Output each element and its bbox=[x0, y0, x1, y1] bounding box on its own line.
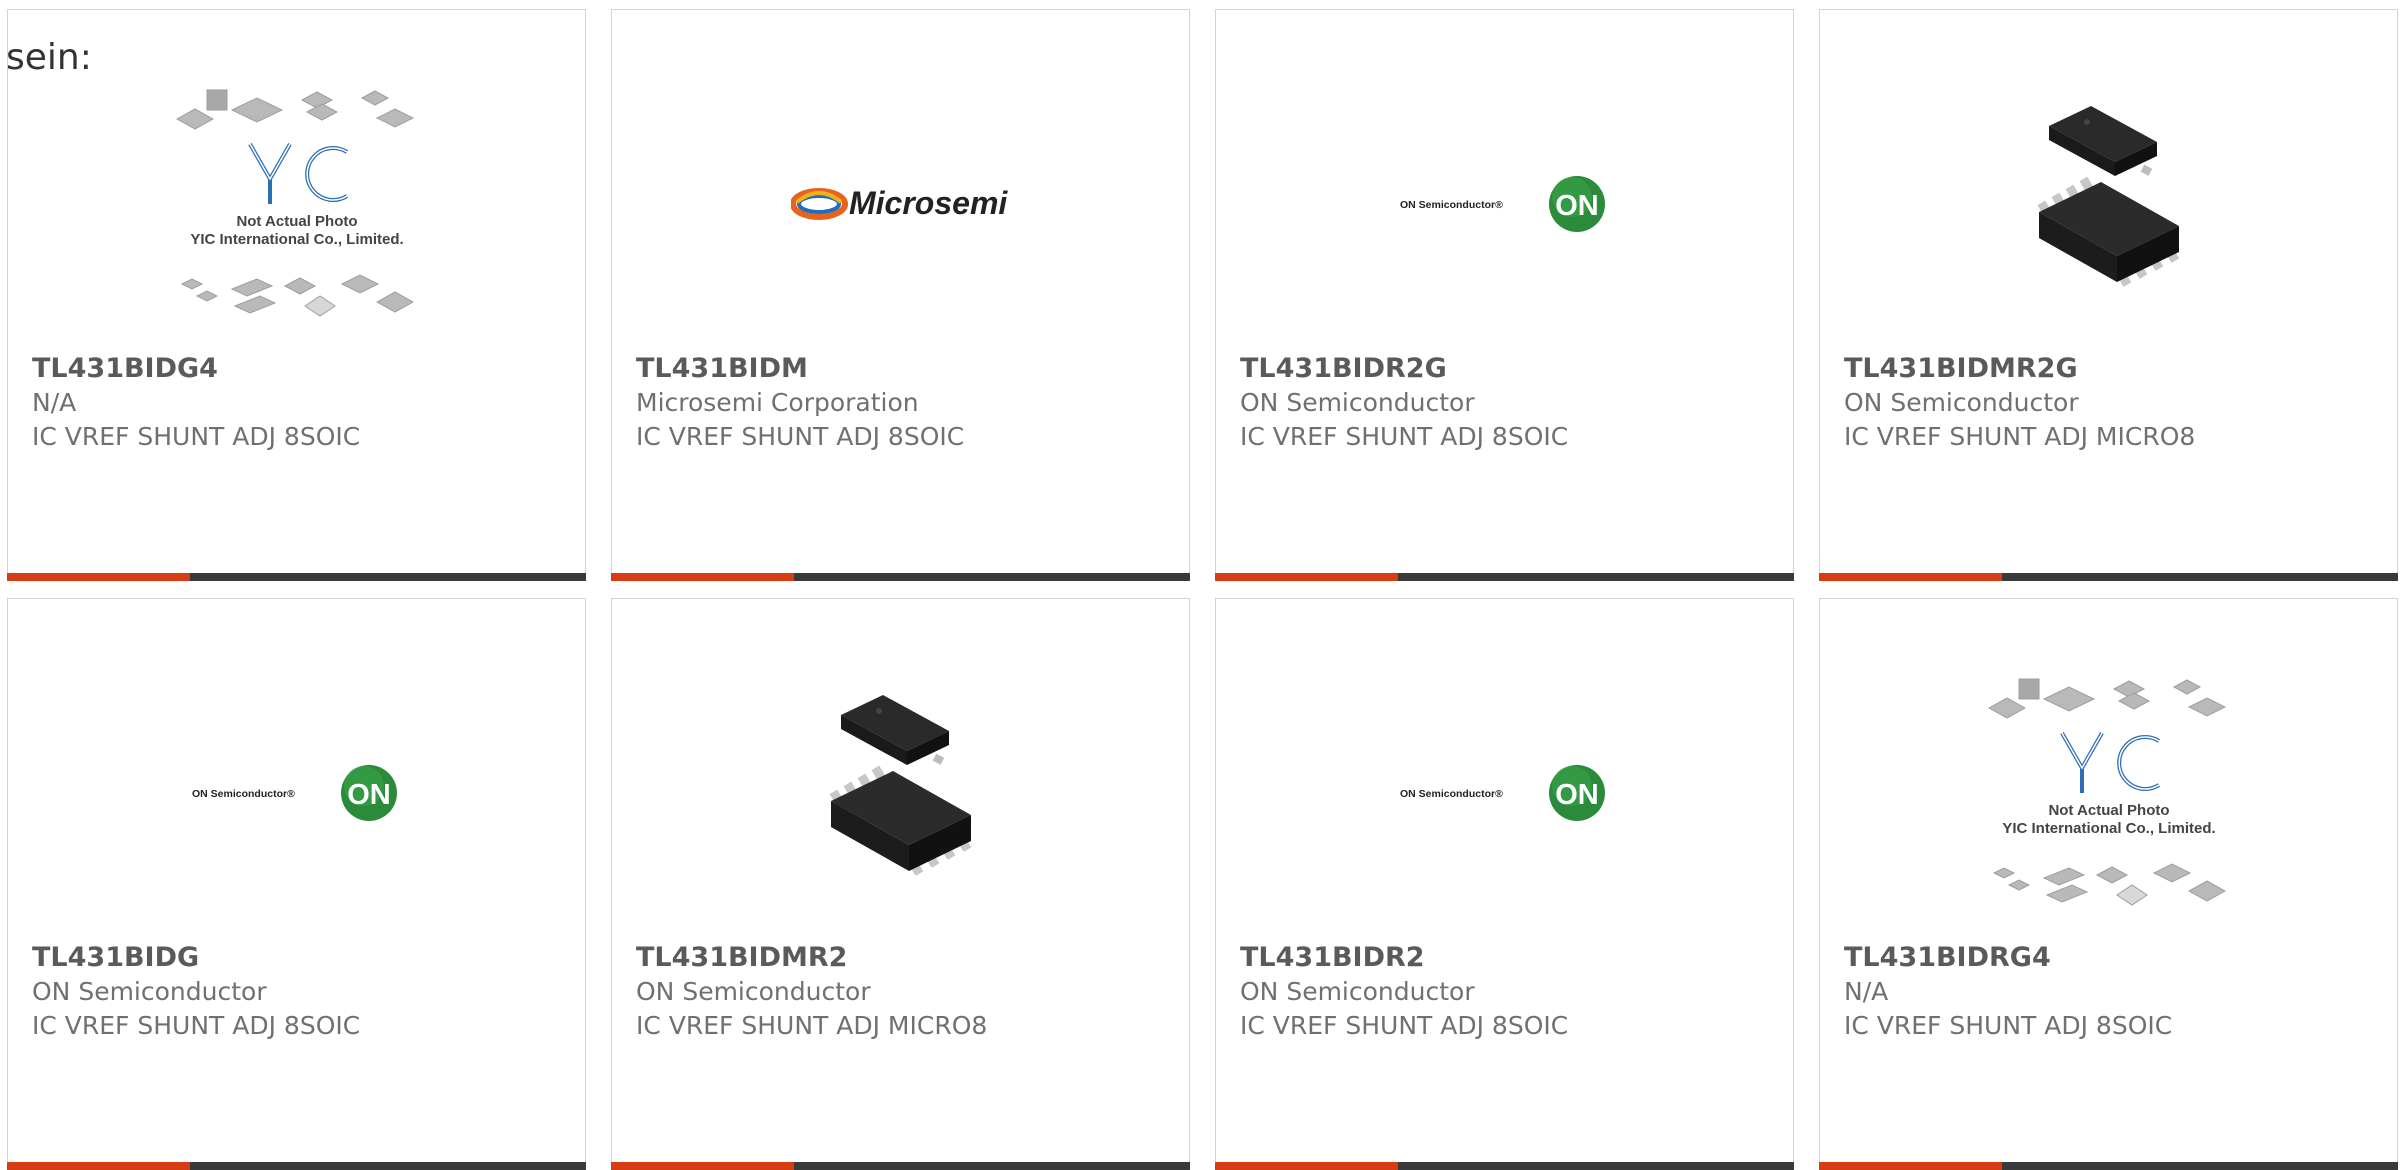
svg-text:YIC International Co., Limited: YIC International Co., Limited. bbox=[2002, 820, 2215, 837]
description: IC VREF SHUNT ADJ 8SOIC bbox=[1240, 422, 1569, 451]
svg-text:ON: ON bbox=[1555, 779, 1599, 811]
part-number[interactable]: TL431BIDR2G bbox=[1240, 352, 1783, 386]
product-card[interactable]: Not Actual Photo YIC International Co., … bbox=[7, 9, 586, 581]
svg-text:ON Semiconductor®: ON Semiconductor® bbox=[1400, 788, 1503, 800]
card-accent-bar bbox=[611, 1162, 1190, 1170]
description: IC VREF SHUNT ADJ 8SOIC bbox=[32, 1011, 361, 1040]
svg-text:Microsemi: Microsemi bbox=[849, 185, 1008, 221]
yic-placeholder-image: Not Actual Photo YIC International Co., … bbox=[1987, 678, 2226, 906]
product-info: TL431BIDG4 N/A IC VREF SHUNT ADJ 8SOIC bbox=[32, 352, 575, 454]
product-image[interactable]: Not Actual Photo YIC International Co., … bbox=[1820, 643, 2397, 943]
product-card[interactable]: ON Semiconductor® ON TL431BIDR2 ON Semic… bbox=[1215, 598, 1794, 1170]
product-info: TL431BIDMR2 ON Semiconductor IC VREF SHU… bbox=[636, 941, 1179, 1043]
part-number[interactable]: TL431BIDMR2 bbox=[636, 941, 1179, 975]
part-number[interactable]: TL431BIDG bbox=[32, 941, 575, 975]
part-number[interactable]: TL431BIDM bbox=[636, 352, 1179, 386]
product-image[interactable]: Microsemi bbox=[612, 54, 1189, 354]
product-card[interactable]: ON Semiconductor® ON TL431BIDR2G ON Semi… bbox=[1215, 9, 1794, 581]
manufacturer: N/A bbox=[1844, 977, 1889, 1006]
svg-text:ON: ON bbox=[347, 779, 391, 811]
product-info: TL431BIDMR2G ON Semiconductor IC VREF SH… bbox=[1844, 352, 2387, 454]
description: IC VREF SHUNT ADJ 8SOIC bbox=[1240, 1011, 1569, 1040]
manufacturer: Microsemi Corporation bbox=[636, 388, 919, 417]
on-semi-logo: ON Semiconductor® ON bbox=[1400, 765, 1605, 821]
part-number[interactable]: TL431BIDRG4 bbox=[1844, 941, 2387, 975]
svg-text:ON Semiconductor®: ON Semiconductor® bbox=[1400, 199, 1503, 211]
card-accent-bar bbox=[1215, 1162, 1794, 1170]
svg-text:Not Actual Photo: Not Actual Photo bbox=[2048, 802, 2169, 819]
product-card[interactable]: ON Semiconductor® ON TL431BIDG ON Semico… bbox=[7, 598, 586, 1170]
product-info: TL431BIDRG4 N/A IC VREF SHUNT ADJ 8SOIC bbox=[1844, 941, 2387, 1043]
product-image[interactable] bbox=[1820, 54, 2397, 354]
card-accent-bar bbox=[1819, 573, 2398, 581]
manufacturer: ON Semiconductor bbox=[636, 977, 871, 1006]
product-grid: Not Actual Photo YIC International Co., … bbox=[7, 9, 2398, 1170]
manufacturer: N/A bbox=[32, 388, 77, 417]
product-info: TL431BIDM Microsemi Corporation IC VREF … bbox=[636, 352, 1179, 454]
card-accent-bar bbox=[611, 573, 1190, 581]
microsemi-logo: Microsemi bbox=[790, 185, 1008, 221]
description: IC VREF SHUNT ADJ 8SOIC bbox=[32, 422, 361, 451]
card-accent-bar bbox=[1215, 573, 1794, 581]
product-info: TL431BIDR2 ON Semiconductor IC VREF SHUN… bbox=[1240, 941, 1783, 1043]
product-image[interactable]: ON Semiconductor® ON bbox=[8, 643, 585, 943]
description: IC VREF SHUNT ADJ MICRO8 bbox=[1844, 422, 2196, 451]
card-accent-bar bbox=[1819, 1162, 2398, 1170]
card-accent-bar bbox=[7, 573, 586, 581]
yic-placeholder-image: Not Actual Photo YIC International Co., … bbox=[175, 89, 414, 317]
svg-text:Not Actual Photo: Not Actual Photo bbox=[236, 213, 357, 230]
product-image[interactable]: ON Semiconductor® ON bbox=[1216, 643, 1793, 943]
description: IC VREF SHUNT ADJ 8SOIC bbox=[636, 422, 965, 451]
product-image[interactable] bbox=[612, 643, 1189, 943]
product-card[interactable]: Not Actual Photo YIC International Co., … bbox=[1819, 598, 2398, 1170]
svg-text:ON Semiconductor®: ON Semiconductor® bbox=[192, 788, 295, 800]
product-image[interactable]: Not Actual Photo YIC International Co., … bbox=[8, 54, 585, 354]
product-card[interactable]: TL431BIDMR2 ON Semiconductor IC VREF SHU… bbox=[611, 598, 1190, 1170]
intro-text: sein: bbox=[6, 37, 92, 78]
product-image[interactable]: ON Semiconductor® ON bbox=[1216, 54, 1793, 354]
on-semi-logo: ON Semiconductor® ON bbox=[1400, 176, 1605, 232]
manufacturer: ON Semiconductor bbox=[1240, 388, 1475, 417]
part-number[interactable]: TL431BIDG4 bbox=[32, 352, 575, 386]
micro8-chip-image bbox=[2037, 106, 2179, 287]
micro8-chip-image bbox=[829, 695, 971, 876]
product-card[interactable]: Microsemi TL431BIDM Microsemi Corporatio… bbox=[611, 9, 1190, 581]
on-semi-logo: ON Semiconductor® ON bbox=[192, 765, 397, 821]
part-number[interactable]: TL431BIDMR2G bbox=[1844, 352, 2387, 386]
manufacturer: ON Semiconductor bbox=[32, 977, 267, 1006]
manufacturer: ON Semiconductor bbox=[1240, 977, 1475, 1006]
product-info: TL431BIDR2G ON Semiconductor IC VREF SHU… bbox=[1240, 352, 1783, 454]
svg-text:YIC International Co., Limited: YIC International Co., Limited. bbox=[190, 231, 403, 248]
product-card[interactable]: TL431BIDMR2G ON Semiconductor IC VREF SH… bbox=[1819, 9, 2398, 581]
card-accent-bar bbox=[7, 1162, 586, 1170]
product-info: TL431BIDG ON Semiconductor IC VREF SHUNT… bbox=[32, 941, 575, 1043]
svg-text:ON: ON bbox=[1555, 190, 1599, 222]
part-number[interactable]: TL431BIDR2 bbox=[1240, 941, 1783, 975]
description: IC VREF SHUNT ADJ 8SOIC bbox=[1844, 1011, 2173, 1040]
manufacturer: ON Semiconductor bbox=[1844, 388, 2079, 417]
description: IC VREF SHUNT ADJ MICRO8 bbox=[636, 1011, 988, 1040]
